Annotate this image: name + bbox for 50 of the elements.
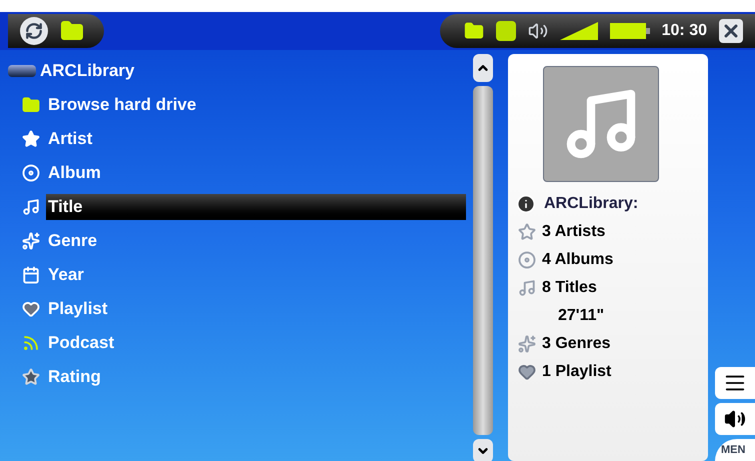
volume-icon — [724, 408, 746, 430]
library-menu-item[interactable]: Podcast — [46, 330, 466, 356]
info-stat: 3 Genres — [542, 334, 610, 354]
close-button[interactable] — [719, 19, 743, 43]
scrollbar[interactable] — [471, 54, 495, 461]
library-icon — [8, 65, 36, 77]
sparkle-icon — [22, 232, 40, 250]
library-menu-item[interactable]: Browse hard drive — [46, 92, 466, 118]
disc-icon — [518, 251, 536, 269]
heart-icon — [518, 363, 536, 381]
clock-time: 10: 30 — [662, 21, 707, 41]
refresh-button[interactable] — [20, 17, 48, 45]
heart-icon — [22, 300, 40, 318]
library-menu-item[interactable]: Title — [46, 194, 466, 220]
library-title: ARCLibrary — [40, 60, 134, 82]
info-stat: 4 Albums — [542, 250, 614, 270]
info-stat: 3 Artists — [542, 222, 606, 242]
info-stat: 27'11" — [557, 306, 604, 326]
info-title: ARCLibrary: — [544, 194, 638, 214]
library-menu-item[interactable]: Genre — [46, 228, 466, 254]
star-icon — [22, 368, 40, 386]
calendar-icon — [22, 266, 40, 284]
music-note-icon — [518, 279, 536, 297]
volume-button[interactable] — [715, 403, 755, 435]
refresh-icon — [25, 22, 43, 40]
library-menu-item[interactable]: Artist — [46, 126, 466, 152]
sparkle-icon — [518, 335, 536, 353]
scroll-up-button[interactable] — [473, 54, 493, 82]
scrollbar-thumb[interactable] — [473, 86, 493, 435]
library-menu-item[interactable]: Rating — [46, 364, 466, 390]
library-menu-item[interactable]: Year — [46, 262, 466, 288]
stop-icon — [496, 21, 516, 41]
disc-icon — [22, 164, 40, 182]
signal-icon — [560, 22, 598, 40]
library-menu-item[interactable]: Album — [46, 160, 466, 186]
info-stat: 1 Playlist — [542, 362, 612, 382]
folder-icon[interactable] — [60, 19, 84, 43]
battery-icon — [610, 23, 650, 39]
star-icon — [518, 223, 536, 241]
music-note-icon — [22, 198, 40, 216]
menu-button[interactable]: MEN — [715, 439, 755, 461]
list-view-button[interactable] — [715, 367, 755, 399]
star-icon — [22, 130, 40, 148]
volume-icon — [528, 21, 548, 41]
library-menu-item[interactable]: Playlist — [46, 296, 466, 322]
rss-icon — [22, 334, 40, 352]
info-stat: 8 Titles — [542, 278, 597, 298]
scroll-down-button[interactable] — [473, 439, 493, 461]
info-icon — [516, 194, 536, 214]
folder-icon — [22, 96, 40, 114]
